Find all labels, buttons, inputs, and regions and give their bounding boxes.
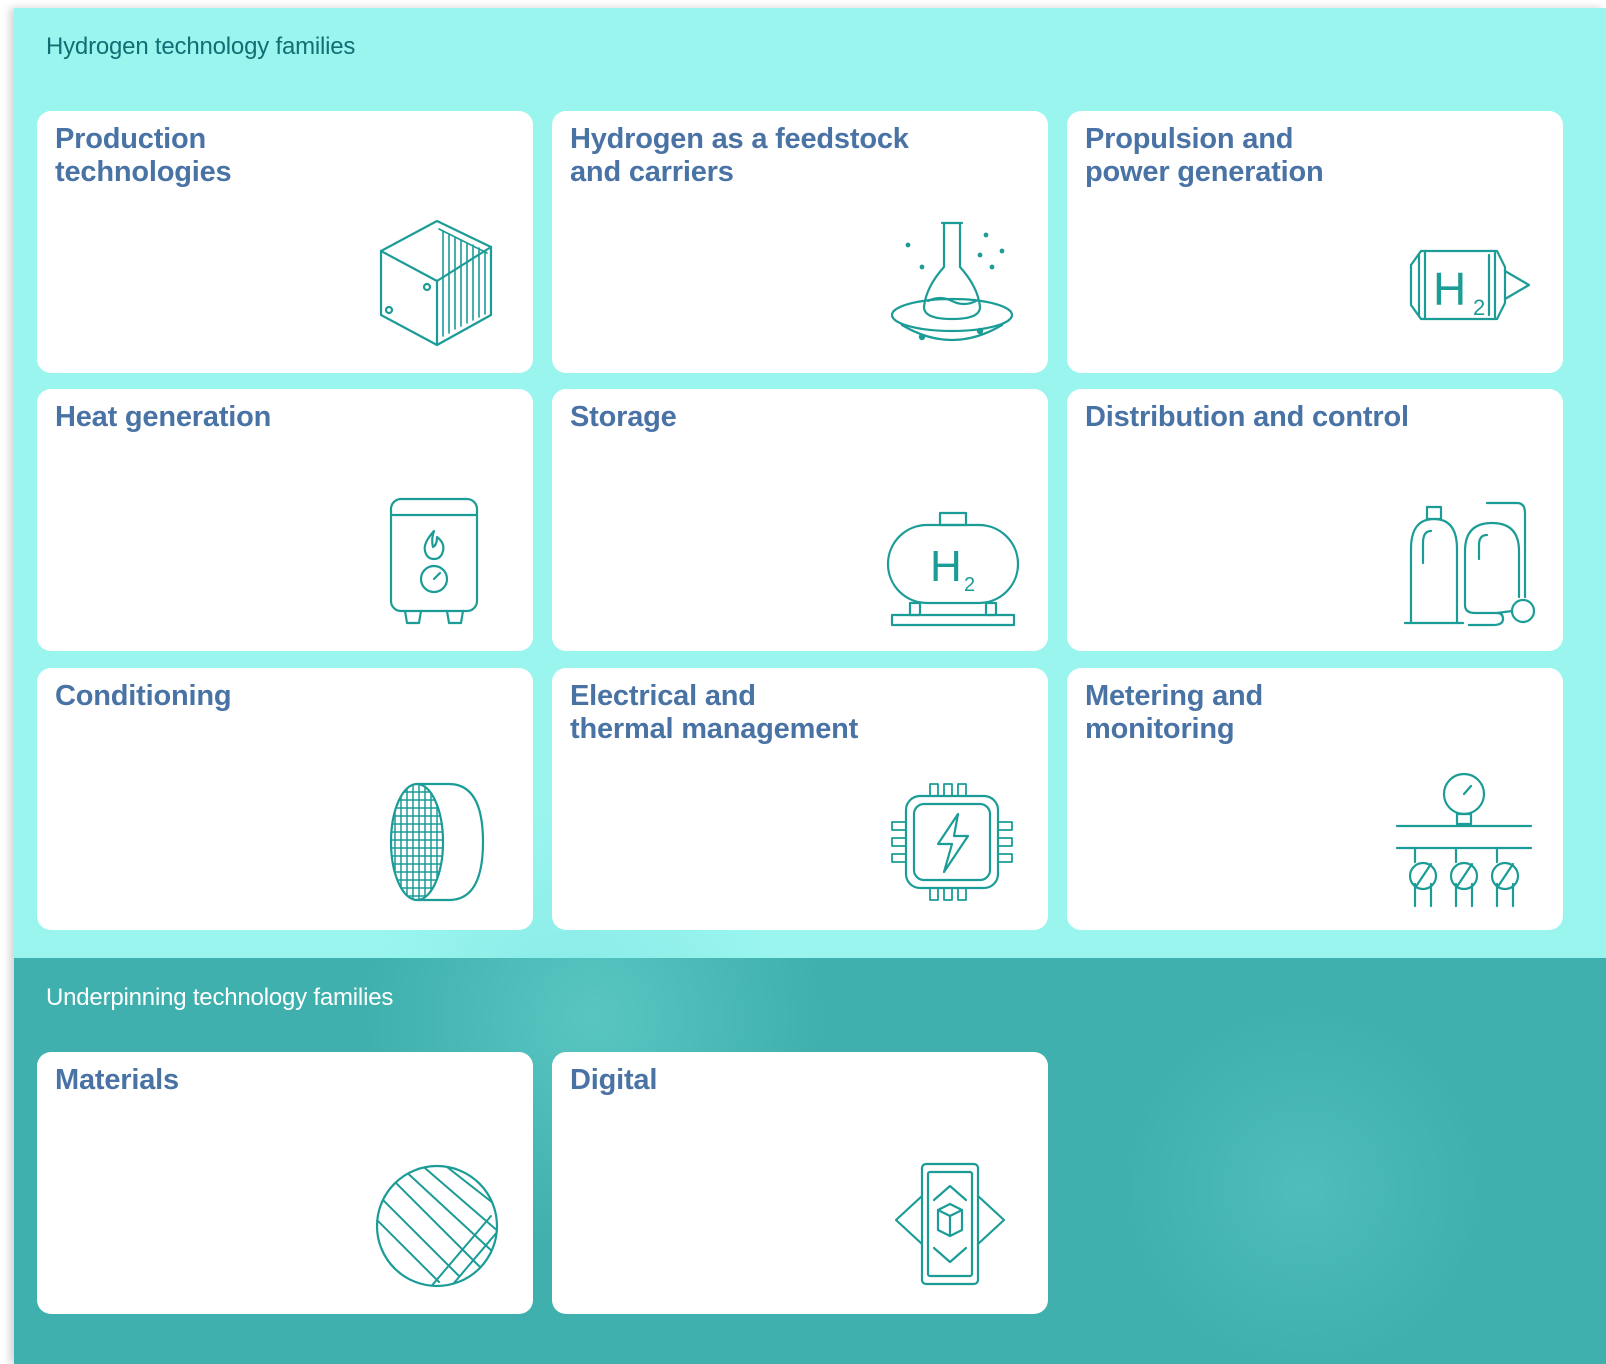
power-chip-icon bbox=[874, 772, 1024, 912]
gas-cylinders-icon bbox=[1389, 493, 1539, 633]
card-title: Conditioning bbox=[55, 680, 232, 712]
card-materials[interactable]: Materials bbox=[37, 1052, 533, 1314]
h2-subscript: 2 bbox=[964, 574, 975, 596]
card-title: Electrical and thermal management bbox=[570, 680, 859, 745]
card-heat-generation[interactable]: Heat generation bbox=[37, 389, 533, 651]
h2-subscript: 2 bbox=[1473, 295, 1485, 320]
card-storage[interactable]: Storage H 2 bbox=[552, 389, 1048, 651]
h2-engine-icon: H 2 bbox=[1389, 215, 1539, 355]
card-propulsion-power-generation[interactable]: Propulsion and power generation H 2 bbox=[1067, 111, 1563, 373]
card-electrical-thermal-management[interactable]: Electrical and thermal management bbox=[552, 668, 1048, 930]
card-distribution-control[interactable]: Distribution and control bbox=[1067, 389, 1563, 651]
card-title: Distribution and control bbox=[1085, 401, 1409, 433]
pressure-gauge-manifold-icon bbox=[1389, 772, 1539, 912]
hydrogen-section-title: Hydrogen technology families bbox=[46, 33, 356, 60]
card-title: Propulsion and power generation bbox=[1085, 123, 1324, 188]
card-title: Digital bbox=[570, 1064, 658, 1096]
card-title: Heat generation bbox=[55, 401, 272, 433]
digital-device-icon bbox=[874, 1156, 1024, 1296]
electrolyser-stack-icon bbox=[359, 215, 509, 355]
flask-icon bbox=[874, 215, 1024, 355]
material-sphere-icon bbox=[359, 1156, 509, 1296]
card-production-technologies[interactable]: Production technologies bbox=[37, 111, 533, 373]
card-title: Production technologies bbox=[55, 123, 232, 188]
card-title: Hydrogen as a feedstock and carriers bbox=[570, 123, 909, 188]
filter-cartridge-icon bbox=[359, 772, 509, 912]
h2-letter: H bbox=[1433, 263, 1466, 315]
card-hydrogen-feedstock-carriers[interactable]: Hydrogen as a feedstock and carriers bbox=[552, 111, 1048, 373]
hydrogen-technology-families-section: Hydrogen technology families Production … bbox=[14, 8, 1606, 958]
boiler-icon bbox=[359, 493, 509, 633]
card-metering-monitoring[interactable]: Metering and monitoring bbox=[1067, 668, 1563, 930]
underpinning-section-title: Underpinning technology families bbox=[46, 984, 394, 1011]
underpinning-technology-families-section: Underpinning technology families Materia… bbox=[14, 958, 1606, 1364]
card-title: Materials bbox=[55, 1064, 179, 1096]
card-title: Metering and monitoring bbox=[1085, 680, 1264, 745]
h2-letter: H bbox=[930, 542, 962, 591]
card-digital[interactable]: Digital bbox=[552, 1052, 1048, 1314]
h2-tank-icon: H 2 bbox=[874, 493, 1024, 633]
card-title: Storage bbox=[570, 401, 677, 433]
card-conditioning[interactable]: Conditioning bbox=[37, 668, 533, 930]
technology-families-panel: Hydrogen technology families Production … bbox=[14, 8, 1606, 1364]
